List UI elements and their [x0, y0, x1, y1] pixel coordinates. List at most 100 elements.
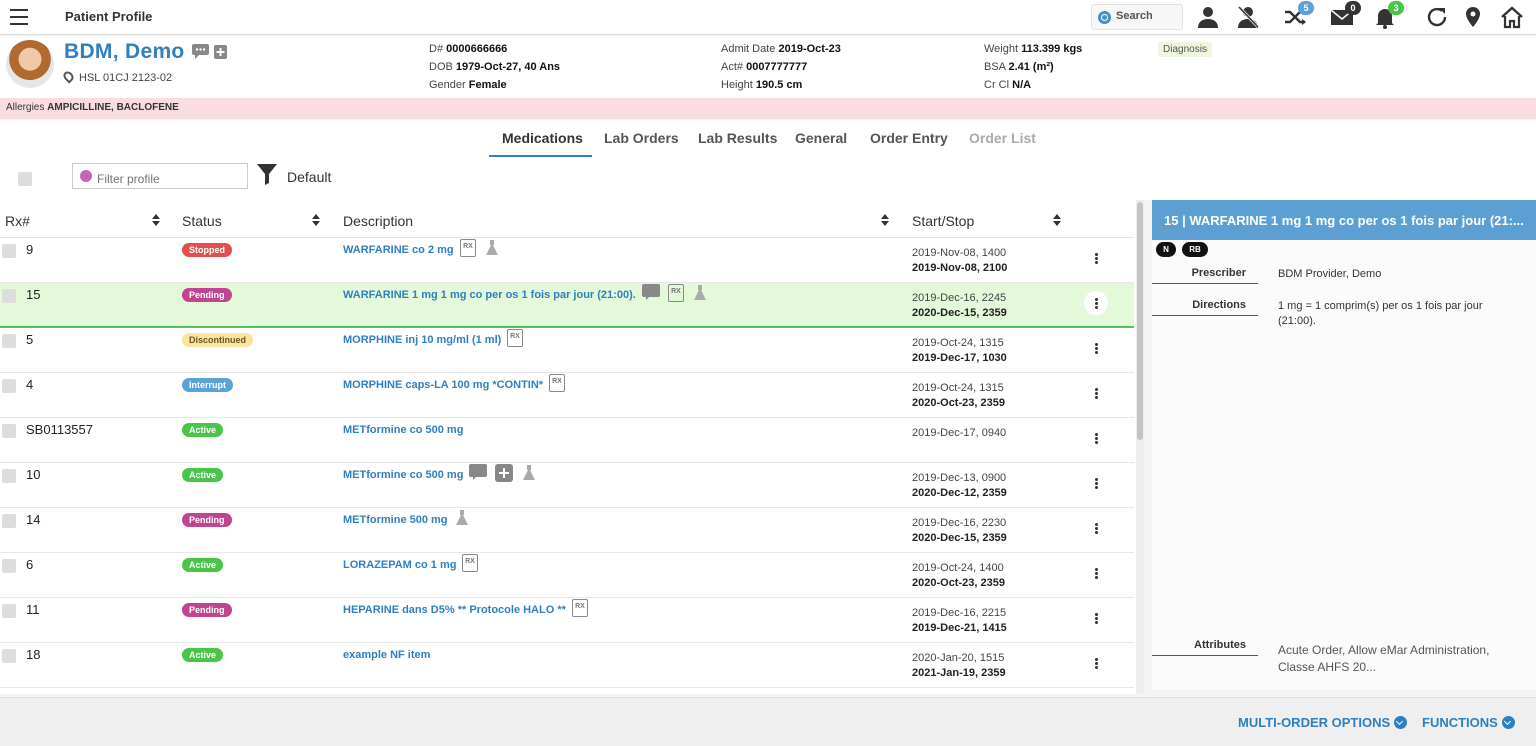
prescription-icon[interactable]: RX	[507, 329, 523, 347]
select-all-checkbox[interactable]	[18, 172, 32, 186]
sort-startstop-icon[interactable]	[1053, 214, 1061, 226]
funnel-icon[interactable]	[256, 162, 278, 186]
row-checkbox[interactable]	[2, 289, 16, 303]
row-menu-icon[interactable]	[1084, 336, 1108, 360]
sort-description-icon[interactable]	[881, 214, 889, 226]
row-checkbox[interactable]	[2, 559, 16, 573]
table-row[interactable]: 5 Discontinued MORPHINE inj 10 mg/ml (1 ml…	[0, 328, 1134, 373]
description-link[interactable]: WARFARINE 1 mg 1 mg co per os 1 fois par…	[343, 289, 636, 301]
description-link[interactable]: LORAZEPAM co 1 mg	[343, 559, 456, 571]
comment-icon[interactable]	[642, 284, 660, 300]
row-menu-icon[interactable]	[1084, 471, 1108, 495]
tab-medications[interactable]: Medications	[502, 130, 583, 146]
filter-default-label[interactable]: Default	[287, 169, 331, 185]
row-menu-icon[interactable]	[1084, 291, 1108, 315]
rx-number: 18	[26, 647, 41, 662]
lab-flask-icon[interactable]	[454, 509, 470, 527]
table-row[interactable]: 11 Pending HEPARINE dans D5% ** Protocole …	[0, 598, 1134, 643]
grid-scrollbar-thumb[interactable]	[1137, 202, 1143, 440]
description-link[interactable]: METformine 500 mg	[343, 514, 448, 526]
sort-status-icon[interactable]	[312, 214, 320, 226]
row-checkbox[interactable]	[2, 424, 16, 438]
row-checkbox[interactable]	[2, 469, 16, 483]
mail-icon[interactable]: 0	[1330, 1, 1361, 29]
table-row[interactable]: SB0113557 Active METformine co 500 mg 2019-…	[0, 418, 1134, 463]
description-link[interactable]: MORPHINE inj 10 mg/ml (1 ml)	[343, 334, 501, 346]
home-icon[interactable]	[1500, 5, 1524, 29]
row-checkbox[interactable]	[2, 514, 16, 528]
row-checkbox[interactable]	[2, 379, 16, 393]
status-badge: Active	[182, 558, 224, 572]
row-menu-icon[interactable]	[1084, 246, 1108, 270]
shuffle-icon[interactable]: 5	[1283, 1, 1314, 29]
refresh-icon[interactable]	[1425, 5, 1449, 29]
diagnosis-tag[interactable]: Diagnosis	[1158, 42, 1212, 57]
search-icon	[1098, 11, 1111, 24]
lab-flask-icon[interactable]	[692, 284, 708, 302]
description-link[interactable]: WARFARINE co 2 mg	[343, 244, 454, 256]
row-menu-icon[interactable]	[1084, 561, 1108, 585]
header-rx[interactable]: Rx#	[5, 213, 30, 229]
detail-panel: 15 | WARFARINE 1 mg 1 mg co per os 1 foi…	[1152, 200, 1536, 690]
row-menu-icon[interactable]	[1084, 381, 1108, 405]
row-menu-icon[interactable]	[1084, 516, 1108, 540]
description-link[interactable]: example NF item	[343, 649, 430, 661]
table-row-partial	[0, 688, 1134, 694]
tab-order-entry[interactable]: Order Entry	[870, 130, 948, 146]
patient-location: HSL 01CJ 2123-02	[61, 69, 172, 84]
user-icon[interactable]	[1196, 5, 1220, 29]
patient-name[interactable]: BDM, Demo	[64, 40, 185, 64]
row-checkbox[interactable]	[2, 604, 16, 618]
table-row[interactable]: 4 Interrupt MORPHINE caps-LA 100 mg *CONTI…	[0, 373, 1134, 418]
tab-lab-orders[interactable]: Lab Orders	[604, 130, 679, 146]
bell-icon[interactable]: 3	[1373, 1, 1404, 29]
patient-name-icons	[192, 44, 232, 60]
table-row[interactable]: 6 Active LORAZEPAM co 1 mg RX 2019-Oct-24, 1…	[0, 553, 1134, 598]
tab-general[interactable]: General	[795, 130, 847, 146]
header-description[interactable]: Description	[343, 213, 413, 229]
comment-icon[interactable]	[469, 464, 487, 480]
row-checkbox[interactable]	[2, 244, 16, 258]
functions-button[interactable]: FUNCTIONS	[1422, 715, 1515, 730]
user-off-icon[interactable]	[1236, 5, 1260, 29]
start-date: 2019-Oct-24, 1315	[912, 337, 1004, 349]
lab-flask-icon[interactable]	[521, 464, 537, 482]
row-checkbox[interactable]	[2, 334, 16, 348]
lab-flask-icon[interactable]	[484, 239, 500, 257]
prescription-icon[interactable]: RX	[549, 374, 565, 392]
table-row[interactable]: 18 Active example NF item 2020-Jan-20, 1515…	[0, 643, 1134, 688]
prescription-icon[interactable]: RX	[460, 239, 476, 257]
header-status[interactable]: Status	[182, 213, 222, 229]
table-row[interactable]: 9 Stopped WARFARINE co 2 mg RX 2019-Nov-08, …	[0, 238, 1134, 283]
description-link[interactable]: MORPHINE caps-LA 100 mg *CONTIN*	[343, 379, 543, 391]
row-checkbox[interactable]	[2, 649, 16, 663]
table-row[interactable]: 15 Pending WARFARINE 1 mg 1 mg co per os 1…	[0, 283, 1134, 328]
multi-order-options-button[interactable]: MULTI-ORDER OPTIONS	[1238, 715, 1408, 730]
location-icon[interactable]	[1461, 5, 1485, 29]
tab-bar: Medications Lab Orders Lab Results Gener…	[0, 120, 1536, 200]
add-icon[interactable]	[495, 464, 513, 482]
row-menu-icon[interactable]	[1084, 651, 1108, 675]
prescription-icon[interactable]: RX	[572, 599, 588, 617]
description-link[interactable]: HEPARINE dans D5% ** Protocole HALO **	[343, 604, 566, 616]
table-row[interactable]: 10 Active METformine co 500 mg 2019-Dec-13,…	[0, 463, 1134, 508]
comment-icon[interactable]	[192, 44, 232, 60]
menu-icon[interactable]	[10, 9, 28, 25]
row-menu-icon[interactable]	[1084, 426, 1108, 450]
prescription-icon[interactable]: RX	[462, 554, 478, 572]
tab-lab-results[interactable]: Lab Results	[698, 130, 777, 146]
prescription-icon[interactable]: RX	[668, 284, 684, 302]
grid-scrollbar[interactable]	[1136, 200, 1144, 694]
table-row[interactable]: 14 Pending METformine 500 mg 2019-Dec-16, 2…	[0, 508, 1134, 553]
d-number: D# 0000666666	[429, 43, 508, 55]
description-link[interactable]: METformine co 500 mg	[343, 424, 463, 436]
multi-order-label: MULTI-ORDER OPTIONS	[1238, 715, 1391, 730]
sort-rx-icon[interactable]	[152, 214, 160, 226]
prescriber-label: Prescriber	[1152, 267, 1258, 284]
description-link[interactable]: METformine co 500 mg	[343, 469, 463, 481]
start-stop: 2019-Dec-16, 2230 2020-Dec-15, 2359	[912, 516, 1007, 546]
filter-input[interactable]	[72, 163, 248, 189]
row-menu-icon[interactable]	[1084, 606, 1108, 630]
search-button[interactable]: Search	[1091, 4, 1183, 30]
header-startstop[interactable]: Start/Stop	[912, 213, 974, 229]
